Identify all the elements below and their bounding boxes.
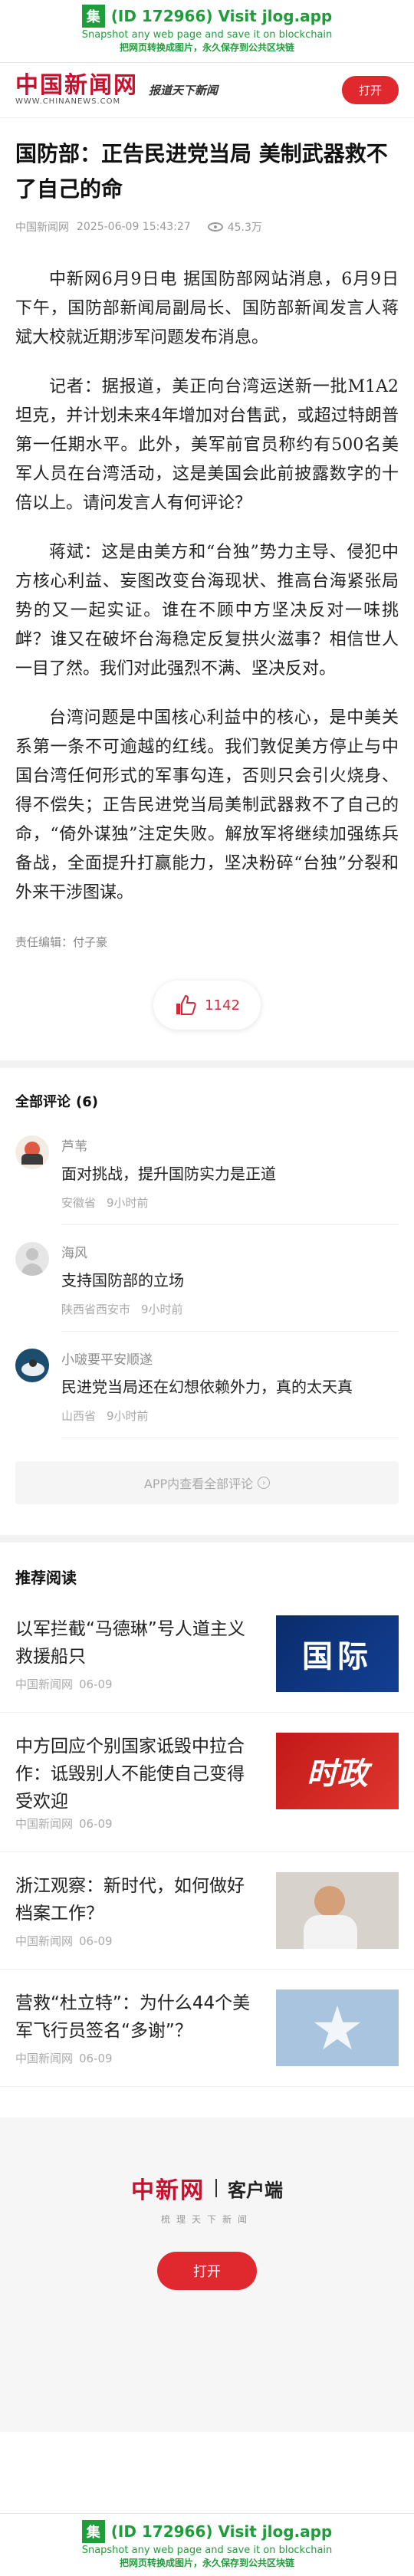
recommend-title[interactable]: 中方回应个别国家诋毁中拉合作：诋毁别人不能使自己变得受欢迎	[15, 1733, 261, 1815]
article-paragraph: 记者：据报道，美正向台湾运送新一批M1A2坦克，并计划未来4年增加对台售武，或超…	[15, 377, 399, 513]
view-all-comments-button[interactable]: APP内查看全部评论 ›	[15, 1461, 399, 1504]
article-paragraph: 中新网6月9日电 据国防部网站消息，6月9日下午，国防部新闻局副局长、国防部新闻…	[15, 270, 399, 347]
recommend-date: 06-09	[79, 2052, 113, 2065]
comment-time: 9小时前	[107, 1409, 149, 1423]
comments-count: (6)	[75, 1094, 98, 1110]
eye-icon	[207, 222, 223, 232]
app-promo-footer: 中新网 客户端 梳理天下新闻 打开	[0, 2118, 414, 2432]
comment-location: 安徽省	[61, 1196, 97, 1210]
jlog-banner-subtitle-en: Snapshot any web page and save it on blo…	[81, 29, 333, 41]
article-datetime: 2025-06-09 15:43:27	[77, 221, 191, 233]
recommend-source: 中国新闻网	[15, 1677, 74, 1691]
avatar[interactable]	[15, 1349, 49, 1382]
section-divider	[0, 1535, 414, 1543]
recommend-thumbnail[interactable]	[276, 1872, 399, 1949]
arrow-right-icon: ›	[258, 1477, 271, 1489]
article-paragraph: 台湾问题是中国核心利益中的核心，是中美关系第一条不可逾越的红线。我们敦促美方停止…	[15, 708, 399, 902]
recommend-thumbnail[interactable]: ★	[276, 1990, 399, 2066]
article-views: 45.3万	[227, 222, 262, 234]
recommend-item[interactable]: 营救“杜立特”：为什么44个美军飞行员签名“多谢”？ 中国新闻网 06-09 ★	[0, 1970, 414, 2087]
comment-text: 面对挑战，提升国防实力是正道	[61, 1165, 276, 1183]
recommend-thumbnail[interactable]: 国际	[276, 1615, 399, 1692]
avatar[interactable]	[15, 1135, 49, 1169]
recommend-source: 中国新闻网	[15, 2052, 74, 2065]
comments-heading: 全部评论 (6)	[15, 1094, 98, 1110]
like-count: 1142	[205, 997, 240, 1014]
article-meta: 中国新闻网 2025-06-09 15:43:27 45.3万	[15, 219, 399, 235]
recommend-date: 06-09	[79, 1934, 113, 1948]
recommend-title[interactable]: 营救“杜立特”：为什么44个美军飞行员签名“多谢”？	[15, 1990, 261, 2045]
star-icon: ★	[313, 1996, 362, 2060]
comment-location: 山西省	[61, 1409, 97, 1423]
footer-open-app-button[interactable]: 打开	[157, 2252, 257, 2290]
recommend-date: 06-09	[79, 1817, 113, 1831]
recommend-date: 06-09	[79, 1677, 113, 1691]
header-slogan: 报道天下新闻	[149, 84, 219, 97]
comment-location: 陕西省西安市	[61, 1303, 131, 1316]
chinanews-logo[interactable]: 中国新闻网 WWW.CHINANEWS.COM	[15, 72, 138, 107]
comment-time: 9小时前	[141, 1303, 183, 1316]
open-app-button[interactable]: 打开	[341, 76, 399, 104]
article-title: 国防部：正告民进党当局 美制武器救不了自己的命	[15, 141, 388, 202]
footer-tagline: 梳理天下新闻	[160, 2214, 253, 2225]
recommend-source: 中国新闻网	[15, 1817, 74, 1831]
comment-time: 9小时前	[107, 1196, 149, 1210]
footer-client-label: 客户端	[228, 2179, 283, 2201]
logo-text-en: WWW.CHINANEWS.COM	[15, 97, 121, 106]
article-editor: 责任编辑：付子豪	[15, 935, 108, 949]
article: 国防部：正告民进党当局 美制武器救不了自己的命 中国新闻网 2025-06-09…	[0, 136, 414, 1030]
comment-text: 民进党当局还在幻想依赖外力，真的太天真	[61, 1378, 353, 1396]
comment-author[interactable]: 海风	[61, 1242, 399, 1261]
comment-author[interactable]: 小啵要平安顺遂	[61, 1349, 399, 1368]
jlog-banner-subtitle-cn: 把网页转换成图片，永久保存到公共区块链	[119, 42, 294, 53]
thumbs-up-icon	[174, 994, 197, 1017]
jlog-banner-title[interactable]: (ID 172966) Visit jlog.app	[111, 2522, 333, 2541]
article-paragraph: 蒋斌：这是由美方和“台独”势力主导、侵犯中方核心利益、妄图改变台海现状、推高台海…	[15, 543, 399, 678]
recommend-title[interactable]: 浙江观察：新时代，如何做好档案工作？	[15, 1872, 261, 1927]
jlog-banner-subtitle-en: Snapshot any web page and save it on blo…	[81, 2545, 333, 2556]
recommend-thumbnail[interactable]: 时政	[276, 1733, 399, 1809]
recommend-item[interactable]: 浙江观察：新时代，如何做好档案工作？ 中国新闻网 06-09	[0, 1852, 414, 1970]
comment-author[interactable]: 芦苇	[61, 1135, 399, 1155]
like-button[interactable]: 1142	[153, 981, 261, 1030]
comment-item: 海风 支持国防部的立场 陕西省西安市 9小时前	[0, 1225, 414, 1332]
jlog-banner-top[interactable]: 集 (ID 172966) Visit jlog.app Snapshot an…	[0, 0, 414, 63]
jlog-banner-bottom[interactable]: 集 (ID 172966) Visit jlog.app Snapshot an…	[0, 2513, 414, 2576]
comment-text: 支持国防部的立场	[61, 1271, 184, 1290]
jlog-logo-icon: 集	[81, 5, 105, 28]
recommend-source: 中国新闻网	[15, 1934, 74, 1948]
article-source: 中国新闻网	[15, 222, 69, 234]
site-header: 中国新闻网 WWW.CHINANEWS.COM 报道天下新闻 打开	[0, 63, 414, 118]
comment-item: 小啵要平安顺遂 民进党当局还在幻想依赖外力，真的太天真 山西省 9小时前	[0, 1332, 414, 1438]
section-divider	[0, 1060, 414, 1068]
logo-text-cn: 中国新闻网	[15, 72, 138, 99]
article-body: 中新网6月9日电 据国防部网站消息，6月9日下午，国防部新闻局副局长、国防部新闻…	[15, 265, 399, 908]
jlog-banner-subtitle-cn: 把网页转换成图片，永久保存到公共区块链	[119, 2558, 294, 2568]
jlog-banner-title[interactable]: (ID 172966) Visit jlog.app	[111, 7, 333, 25]
recommend-title[interactable]: 以军拦截“马德琳”号人道主义救援船只	[15, 1615, 261, 1671]
footer-logo: 中新网 客户端	[131, 2171, 283, 2205]
recommend-item[interactable]: 中方回应个别国家诋毁中拉合作：诋毁别人不能使自己变得受欢迎 中国新闻网 06-09…	[0, 1713, 414, 1852]
avatar[interactable]	[15, 1242, 49, 1276]
recommend-heading: 推荐阅读	[15, 1569, 77, 1587]
jlog-logo-icon: 集	[81, 2520, 105, 2543]
comment-item: 芦苇 面对挑战，提升国防实力是正道 安徽省 9小时前	[0, 1119, 414, 1225]
recommend-item[interactable]: 以军拦截“马德琳”号人道主义救援船只 中国新闻网 06-09 国际	[0, 1595, 414, 1713]
